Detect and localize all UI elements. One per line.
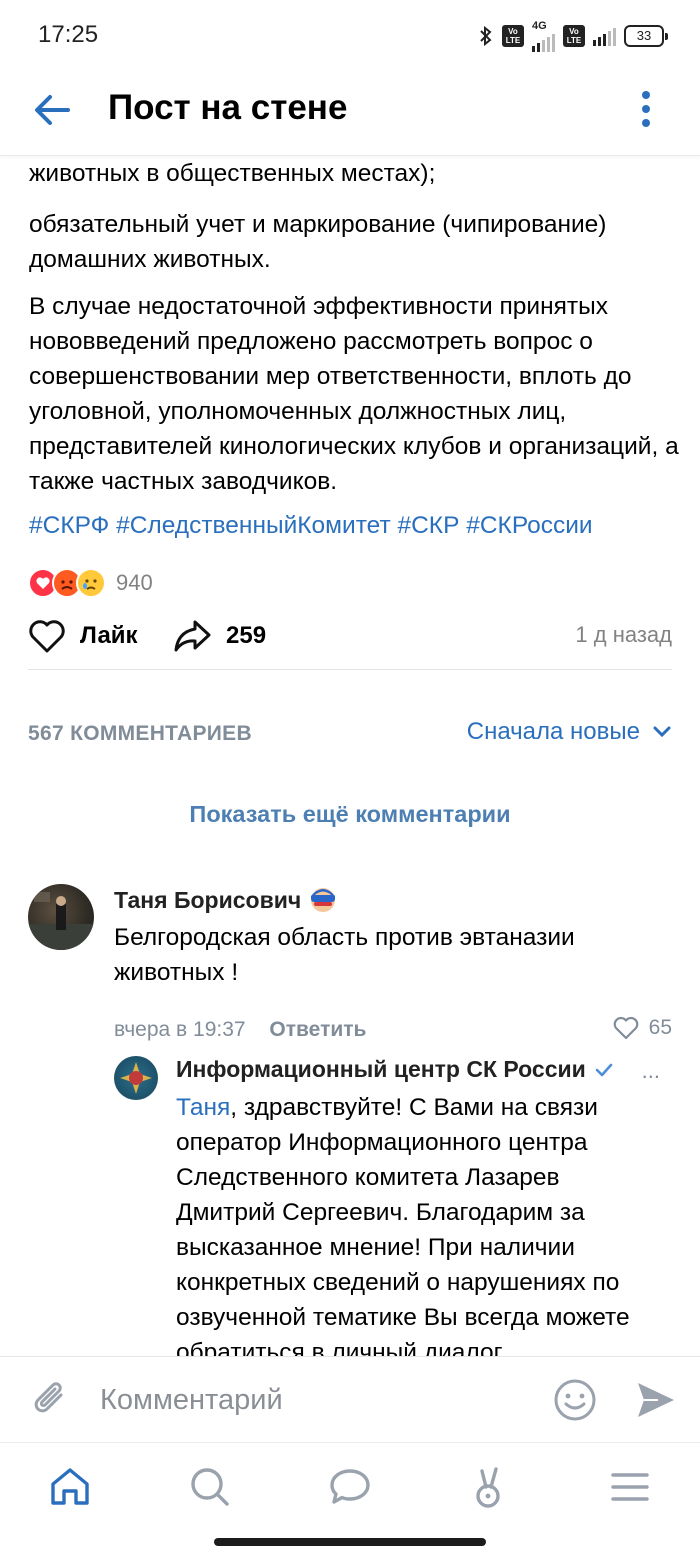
emoji-button[interactable] [552,1377,598,1423]
send-icon [638,1383,674,1417]
nav-home[interactable] [48,1465,92,1509]
comment-input[interactable] [100,1375,520,1425]
superhero-emoji-icon [311,888,336,912]
chevron-down-icon [653,726,671,738]
comment-composer [0,1356,700,1442]
post-paragraph: обязательный учет и маркирование (чипиро… [29,211,607,273]
arrow-left-icon [35,95,70,125]
top-app-bar: Пост на стене [0,72,700,156]
nav-messages[interactable] [328,1465,372,1509]
status-icons: Vo LTE 4G Vo LTE 33 [478,20,668,52]
like-button[interactable]: Лайк [28,618,138,654]
hamburger-menu-icon [611,1473,649,1501]
comment-like-button[interactable]: 65 [613,1016,672,1040]
crying-reaction-icon [76,568,106,598]
comment-time: вчера в 19:37 [114,1018,246,1041]
home-icon [51,1468,89,1505]
nav-menu[interactable] [608,1465,652,1509]
signal-icon-2 [593,26,616,46]
sort-dropdown[interactable]: Сначала новые [467,718,672,746]
volte-icon-2: Vo LTE [563,25,585,47]
like-label: Лайк [80,622,138,649]
reply-body: , здравствуйте! С Вами на связи оператор… [176,1094,630,1356]
battery-icon: 33 [624,25,668,47]
author-name: Таня Борисович [114,886,302,913]
status-time: 17:25 [38,21,99,48]
nav-clips[interactable] [466,1465,510,1509]
avatar[interactable] [28,884,94,950]
author-name: Информационный центр СК России [176,1056,586,1082]
back-button[interactable] [30,90,78,130]
avatar[interactable] [114,1056,158,1100]
comment-meta: вчера в 19:37 Ответить [114,1018,366,1042]
page-title: Пост на стене [108,88,348,127]
reply-text: Таня, здравствуйте! С Вами на связи опер… [176,1090,656,1356]
comment-like-count: 65 [648,1016,672,1039]
gesture-home-indicator[interactable] [214,1538,486,1546]
search-icon [191,1468,229,1506]
share-button[interactable]: 259 [172,618,266,654]
post-content: животных в общественных местах); обязате… [0,156,700,1356]
comment-author[interactable]: Таня Борисович [114,886,337,914]
post-hashtags[interactable]: #СКРФ #СледственныйКомитет #СКР #СКРосси… [29,512,593,540]
network-type: 4G [532,20,547,32]
post-paragraph: В случае недостаточной эффективности при… [29,293,679,495]
heart-outline-icon [613,1016,638,1040]
reply-button[interactable]: Ответить [269,1018,366,1041]
reply-more-button[interactable]: ... [642,1058,660,1084]
post-paragraph: животных в общественных местах); [29,160,436,187]
comments-header: 567 КОММЕНТАРИЕВ Сначала новые [28,718,672,746]
verified-check-icon [595,1063,613,1076]
mention-link[interactable]: Таня [176,1094,230,1121]
nav-search[interactable] [188,1465,232,1509]
attach-button[interactable] [28,1377,74,1423]
reactions-count: 940 [116,570,153,595]
comment-text: Белгородская область против эвтаназии жи… [114,924,575,986]
heart-outline-icon [29,620,65,653]
status-bar: 17:25 Vo LTE 4G Vo LTE 33 [0,0,700,72]
post-time: 1 д назад [575,622,672,647]
sort-label: Сначала новые [466,718,640,745]
post-actions: Лайк 259 1 д назад [28,618,672,658]
bunny-icon [476,1467,500,1508]
share-arrow-icon [174,620,211,652]
send-button[interactable] [634,1377,676,1423]
share-count: 259 [226,622,267,649]
smile-icon [554,1379,596,1421]
more-button[interactable] [634,90,658,130]
paperclip-icon [34,1382,63,1413]
divider [28,669,672,670]
volte-icon: Vo LTE [502,25,524,47]
bluetooth-icon [480,25,492,47]
reactions-summary[interactable]: 940 [28,568,153,598]
signal-icon: 4G [532,20,555,52]
vertical-dots-icon [642,91,650,127]
reply-author[interactable]: Информационный центр СК России [176,1056,614,1083]
show-more-comments-button[interactable]: Показать ещё комментарии [0,801,700,828]
chat-bubble-icon [330,1469,370,1504]
